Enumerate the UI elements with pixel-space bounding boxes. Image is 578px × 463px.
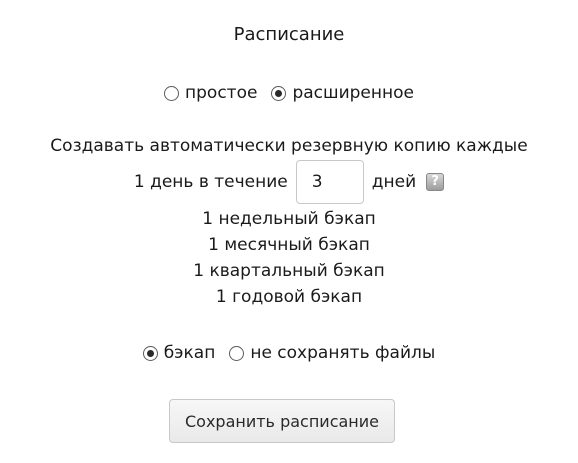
mode-simple-radio[interactable]: простое — [164, 83, 257, 103]
mode-extended-label: расширенное — [292, 83, 414, 103]
storage-discard-label: не сохранять файлы — [250, 343, 436, 363]
mode-radio-group: простое расширенное — [0, 80, 578, 106]
storage-backup-radio[interactable]: бэкап — [142, 343, 216, 363]
retention-monthly: 1 месячный бэкап — [208, 235, 370, 255]
help-icon[interactable]: ? — [426, 173, 445, 191]
storage-radio-group: бэкап не сохранять файлы — [0, 340, 578, 366]
radio-selected-icon — [271, 85, 287, 101]
schedule-description: Создавать автоматически резервную копию … — [50, 136, 528, 156]
storage-backup-label: бэкап — [163, 343, 216, 363]
days-prefix-label: 1 день в течение — [133, 172, 288, 192]
retention-quarterly: 1 квартальный бэкап — [193, 261, 385, 281]
mode-extended-radio[interactable]: расширенное — [271, 83, 414, 103]
days-row: 1 день в течение дней ? — [0, 160, 578, 204]
retention-weekly: 1 недельный бэкап — [202, 209, 376, 229]
save-schedule-button[interactable]: Сохранить расписание — [169, 399, 395, 443]
radio-selected-icon — [142, 345, 158, 361]
page-title: Расписание — [233, 24, 345, 45]
radio-unselected-icon — [229, 345, 245, 361]
retention-yearly: 1 годовой бэкап — [215, 287, 363, 307]
radio-unselected-icon — [164, 85, 180, 101]
storage-discard-radio[interactable]: не сохранять файлы — [229, 343, 435, 363]
mode-simple-label: простое — [185, 83, 258, 103]
days-suffix-label: дней — [371, 172, 417, 192]
days-input[interactable] — [295, 160, 364, 204]
